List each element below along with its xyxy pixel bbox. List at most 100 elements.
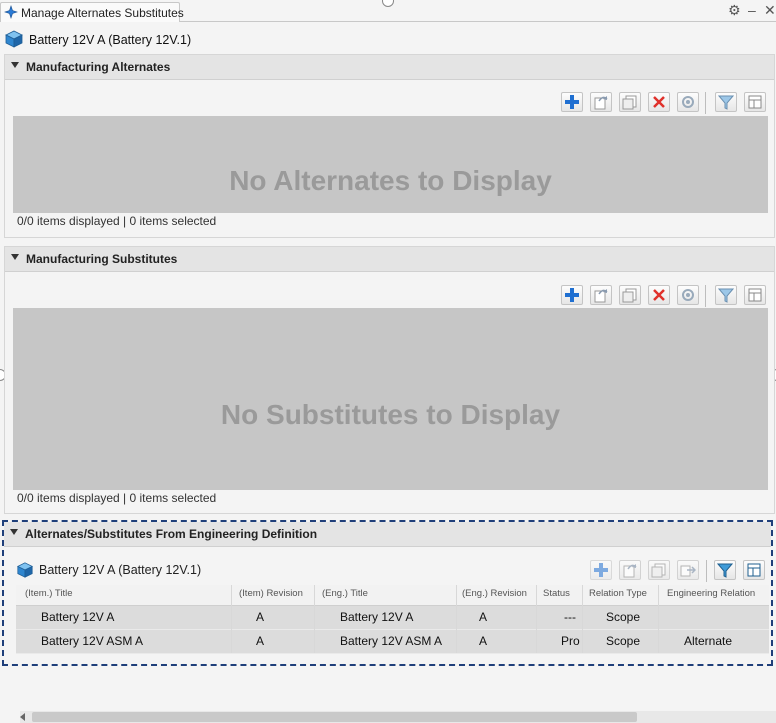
column-header-status[interactable]: Status xyxy=(543,588,570,599)
add-button-disabled[interactable] xyxy=(590,560,612,580)
add-plus-icon xyxy=(565,95,579,109)
engineering-section-title: Alternates/Substitutes From Engineering … xyxy=(25,527,318,541)
replace-button[interactable] xyxy=(590,92,612,112)
add-plus-icon xyxy=(565,288,579,302)
horizontal-scrollbar[interactable] xyxy=(20,711,776,723)
settings-gear-icon[interactable]: ⚙ xyxy=(728,2,741,18)
column-header-item-revision[interactable]: (Item) Revision xyxy=(239,588,303,599)
cell-eng-title: Battery 12V ASM A xyxy=(340,634,443,648)
alternates-status: 0/0 items displayed | 0 items selected xyxy=(17,214,217,228)
toolbar-separator xyxy=(705,285,706,307)
delete-button[interactable] xyxy=(648,92,670,112)
cell-eng-revision: A xyxy=(479,610,488,624)
refresh-gear-icon xyxy=(682,96,694,108)
replace-doc-icon xyxy=(623,564,637,578)
substitutes-section-title: Manufacturing Substitutes xyxy=(26,252,178,266)
delete-x-icon xyxy=(653,96,665,108)
collapse-triangle-icon[interactable] xyxy=(11,254,19,260)
tab-underline xyxy=(180,21,776,22)
column-settings-button[interactable] xyxy=(744,92,766,112)
transfer-arrow-icon xyxy=(680,565,696,577)
window-tab-title: Manage Alternates Substitutes xyxy=(21,6,184,20)
cell-item-title: Battery 12V ASM A xyxy=(41,634,144,648)
cell-item-title: Battery 12V A xyxy=(41,610,115,624)
column-header-eng-revision[interactable]: (Eng.) Revision xyxy=(462,588,527,599)
collapse-triangle-icon[interactable] xyxy=(11,62,19,68)
column-header-eng-title[interactable]: (Eng.) Title xyxy=(322,588,368,599)
filter-button[interactable] xyxy=(715,92,737,112)
table-settings-icon xyxy=(748,288,762,302)
add-substitute-button[interactable] xyxy=(561,285,583,305)
table-row[interactable]: Battery 12V A A Battery 12V A A --- Scop… xyxy=(16,606,769,630)
product-cube-icon xyxy=(5,30,23,48)
copy-button[interactable] xyxy=(648,560,670,580)
cell-relation-type: Scope xyxy=(606,634,641,648)
toolbar-separator xyxy=(706,560,707,582)
scrollbar-thumb[interactable] xyxy=(32,712,637,722)
substitutes-toolbar xyxy=(561,285,771,307)
substitutes-section: Manufacturing Substitutes No Substitutes… xyxy=(4,246,775,514)
replace-button[interactable] xyxy=(590,285,612,305)
collapse-triangle-icon[interactable] xyxy=(10,529,18,535)
table-settings-icon xyxy=(748,95,762,109)
filter-funnel-icon xyxy=(718,288,734,303)
copy-button[interactable] xyxy=(619,285,641,305)
copy-doc-icon xyxy=(622,288,637,303)
cell-status: Pro xyxy=(561,634,580,648)
alternates-grid[interactable]: No Alternates to Display xyxy=(13,116,768,213)
substitutes-grid[interactable]: No Substitutes to Display xyxy=(13,308,768,490)
column-divider xyxy=(658,585,659,653)
delete-button[interactable] xyxy=(648,285,670,305)
delete-x-icon xyxy=(653,289,665,301)
engineering-product-label: Battery 12V A (Battery 12V.1) xyxy=(39,563,202,577)
add-plus-icon xyxy=(594,563,608,577)
close-icon[interactable]: ✕ xyxy=(764,2,776,18)
cell-item-revision: A xyxy=(256,634,265,648)
window-tab[interactable]: Manage Alternates Substitutes xyxy=(0,2,184,22)
column-settings-button[interactable] xyxy=(743,560,765,580)
cell-status: --- xyxy=(564,610,576,624)
column-divider xyxy=(231,585,232,653)
column-divider xyxy=(314,585,315,653)
app-icon xyxy=(4,5,18,19)
column-header-item-title[interactable]: (Item.) Title xyxy=(25,588,73,599)
replace-doc-icon xyxy=(594,289,608,303)
copy-doc-icon xyxy=(651,563,666,578)
add-alternate-button[interactable] xyxy=(561,92,583,112)
replace-doc-icon xyxy=(594,96,608,110)
transfer-button[interactable] xyxy=(677,560,699,580)
filter-funnel-icon xyxy=(717,563,733,578)
cell-engineering-relation: Alternate xyxy=(684,634,733,648)
engineering-section-header[interactable]: Alternates/Substitutes From Engineering … xyxy=(4,522,771,547)
alternates-section-title: Manufacturing Alternates xyxy=(26,60,171,74)
filter-button[interactable] xyxy=(715,285,737,305)
alternates-section-header[interactable]: Manufacturing Alternates xyxy=(5,55,774,80)
column-header-relation-type[interactable]: Relation Type xyxy=(589,588,647,599)
column-header-engineering-relation[interactable]: Engineering Relation xyxy=(667,588,755,599)
copy-doc-icon xyxy=(622,95,637,110)
filter-button[interactable] xyxy=(714,560,736,580)
alternates-section: Manufacturing Alternates No Alternates t… xyxy=(4,54,775,238)
copy-button[interactable] xyxy=(619,92,641,112)
substitutes-section-header[interactable]: Manufacturing Substitutes xyxy=(5,247,774,272)
cell-eng-title: Battery 12V A xyxy=(340,610,414,624)
refresh-button[interactable] xyxy=(677,92,699,112)
column-divider xyxy=(536,585,537,653)
minimize-icon[interactable]: – xyxy=(748,2,756,18)
alternates-empty-message: No Alternates to Display xyxy=(229,165,552,196)
refresh-gear-icon xyxy=(682,289,694,301)
table-row[interactable]: Battery 12V ASM A A Battery 12V ASM A A … xyxy=(16,630,769,654)
substitutes-status: 0/0 items displayed | 0 items selected xyxy=(17,491,217,505)
engineering-toolbar xyxy=(590,560,770,582)
replace-button[interactable] xyxy=(619,560,641,580)
filter-funnel-icon xyxy=(718,95,734,110)
scroll-left-arrow-icon[interactable] xyxy=(20,713,25,721)
alternates-toolbar xyxy=(561,92,771,114)
table-settings-icon xyxy=(747,563,761,577)
refresh-button[interactable] xyxy=(677,285,699,305)
cell-relation-type: Scope xyxy=(606,610,641,624)
column-divider xyxy=(582,585,583,653)
table-header: (Item.) Title (Item) Revision (Eng.) Tit… xyxy=(16,585,769,606)
column-settings-button[interactable] xyxy=(744,285,766,305)
product-label: Battery 12V A (Battery 12V.1) xyxy=(29,33,192,47)
